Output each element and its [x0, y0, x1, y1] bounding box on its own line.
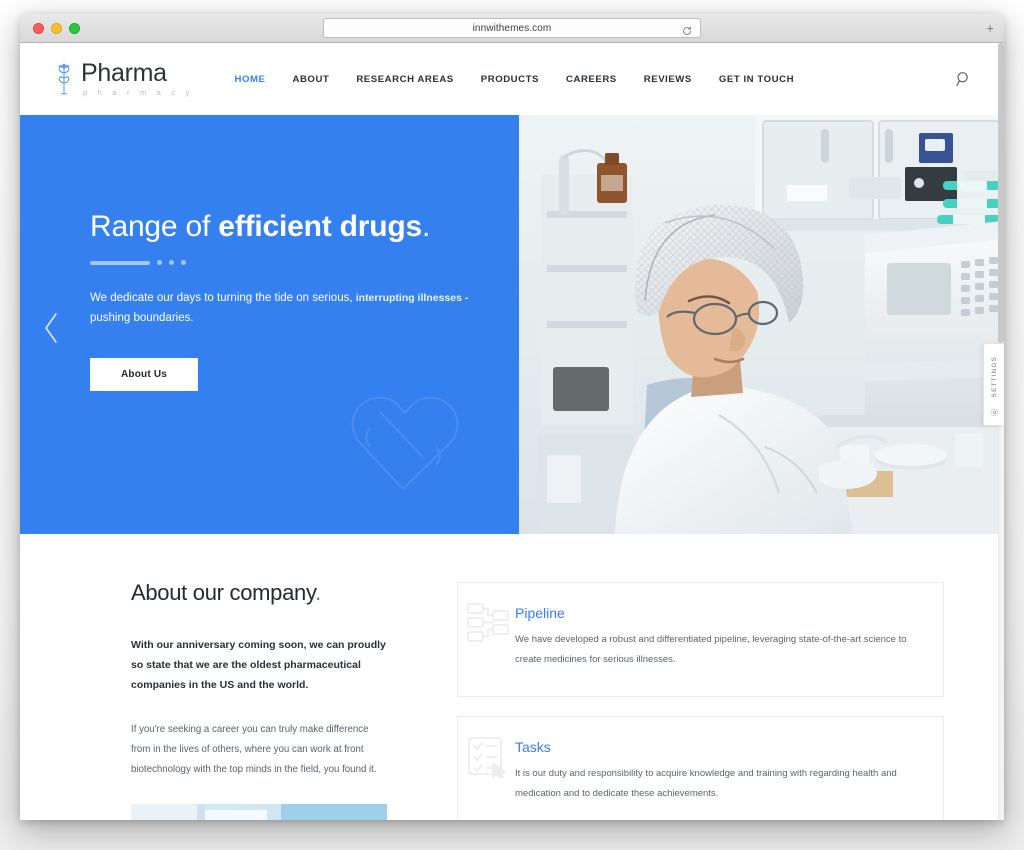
- tasks-card-title: Tasks: [515, 739, 551, 755]
- page-scrollbar-thumb[interactable]: [998, 43, 1004, 343]
- about-lead-paragraph: With our anniversary coming soon, we can…: [131, 639, 386, 691]
- pipeline-card[interactable]: Pipeline We have developed a robust and …: [457, 582, 944, 697]
- minimize-window-button[interactable]: [51, 22, 62, 34]
- capsule-heart-icon: [340, 381, 470, 496]
- new-tab-button[interactable]: +: [986, 22, 994, 35]
- nav-item-get-in-touch[interactable]: GET IN TOUCH: [719, 74, 794, 85]
- settings-tab-label: SETTINGS: [990, 356, 998, 398]
- address-bar-url: innwithemes.com: [472, 22, 552, 34]
- main-navigation: HOME ABOUT RESEARCH AREAS PRODUCTS CAREE…: [234, 74, 794, 85]
- pipeline-card-text: We have developed a robust and different…: [515, 634, 907, 665]
- browser-window: innwithemes.com + Pharma p h a r m a c y…: [20, 14, 1004, 820]
- hero-title-dot: .: [422, 210, 431, 243]
- slider-dot-2[interactable]: [169, 260, 174, 265]
- hero-description-main: We dedicate our days to turning the tide…: [90, 292, 356, 304]
- hero-description-emphasis: interrupting illnesses -: [355, 292, 469, 304]
- slider-progress-bar[interactable]: [90, 260, 150, 265]
- about-heading-text: About our company: [131, 580, 316, 605]
- desktop-backdrop: innwithemes.com + Pharma p h a r m a c y…: [0, 0, 1024, 850]
- slider-indicator: [90, 260, 510, 265]
- gear-icon: [990, 404, 999, 416]
- nav-item-careers[interactable]: CAREERS: [566, 74, 617, 85]
- hero-panel: Range of efficient drugs. We dedicate ou…: [20, 115, 519, 534]
- page-scrollbar[interactable]: [998, 43, 1004, 820]
- nav-item-products[interactable]: PRODUCTS: [481, 74, 539, 85]
- window-controls: [33, 22, 80, 34]
- caduceus-icon: [51, 62, 77, 96]
- nav-item-research-areas[interactable]: RESEARCH AREAS: [356, 74, 453, 85]
- info-cards-column: Pipeline We have developed a robust and …: [457, 580, 944, 820]
- browser-titlebar: innwithemes.com +: [20, 14, 1004, 43]
- hero-description-tail: pushing boundaries.: [90, 312, 194, 324]
- hero-content: Range of efficient drugs. We dedicate ou…: [90, 210, 510, 391]
- slider-dot-1[interactable]: [157, 260, 162, 265]
- about-photo: [131, 804, 387, 820]
- search-icon[interactable]: [954, 69, 974, 89]
- address-bar[interactable]: innwithemes.com: [323, 18, 701, 38]
- logo-text-block: Pharma p h a r m a c y: [81, 61, 194, 97]
- about-photo-image: [131, 804, 387, 820]
- about-inner: About our company. With our anniversary …: [20, 580, 1004, 820]
- zoom-window-button[interactable]: [69, 22, 80, 34]
- hero-photo: [519, 115, 1004, 534]
- checklist-cursor-icon: [466, 734, 510, 780]
- about-body-paragraph: If you're seeking a career you can truly…: [131, 724, 377, 775]
- hero-title-bold: efficient drugs: [218, 210, 422, 243]
- about-heading: About our company.: [131, 580, 389, 606]
- about-heading-dot: .: [315, 580, 321, 605]
- nav-item-home[interactable]: HOME: [234, 74, 265, 85]
- flowchart-icon: [466, 600, 510, 644]
- tasks-card-text: It is our duty and responsibility to acq…: [515, 768, 897, 799]
- reload-icon[interactable]: [682, 23, 692, 35]
- about-text-column: About our company. With our anniversary …: [131, 580, 389, 820]
- logo-tagline: p h a r m a c y: [83, 88, 194, 98]
- tasks-card[interactable]: Tasks It is our duty and responsibility …: [457, 716, 944, 820]
- about-us-button[interactable]: About Us: [90, 358, 199, 391]
- hero-slider: Range of efficient drugs. We dedicate ou…: [20, 115, 1004, 534]
- nav-item-about[interactable]: ABOUT: [292, 74, 329, 85]
- slider-dot-3[interactable]: [181, 260, 186, 265]
- logo-name: Pharma: [81, 59, 167, 88]
- hero-title: Range of efficient drugs.: [90, 210, 510, 244]
- nav-item-reviews[interactable]: REVIEWS: [644, 74, 692, 85]
- close-window-button[interactable]: [33, 22, 44, 34]
- page-viewport: Pharma p h a r m a c y HOME ABOUT RESEAR…: [20, 43, 1004, 820]
- site-header: Pharma p h a r m a c y HOME ABOUT RESEAR…: [20, 43, 1004, 115]
- hero-description: We dedicate our days to turning the tide…: [90, 288, 490, 328]
- site-logo[interactable]: Pharma p h a r m a c y: [51, 61, 194, 97]
- pipeline-card-title: Pipeline: [515, 605, 565, 621]
- hero-photo-image: [519, 115, 1004, 534]
- chevron-left-icon[interactable]: [40, 311, 64, 345]
- settings-tab[interactable]: SETTINGS: [983, 343, 1004, 426]
- hero-title-light: Range of: [90, 210, 219, 243]
- about-section: About our company. With our anniversary …: [20, 534, 1004, 820]
